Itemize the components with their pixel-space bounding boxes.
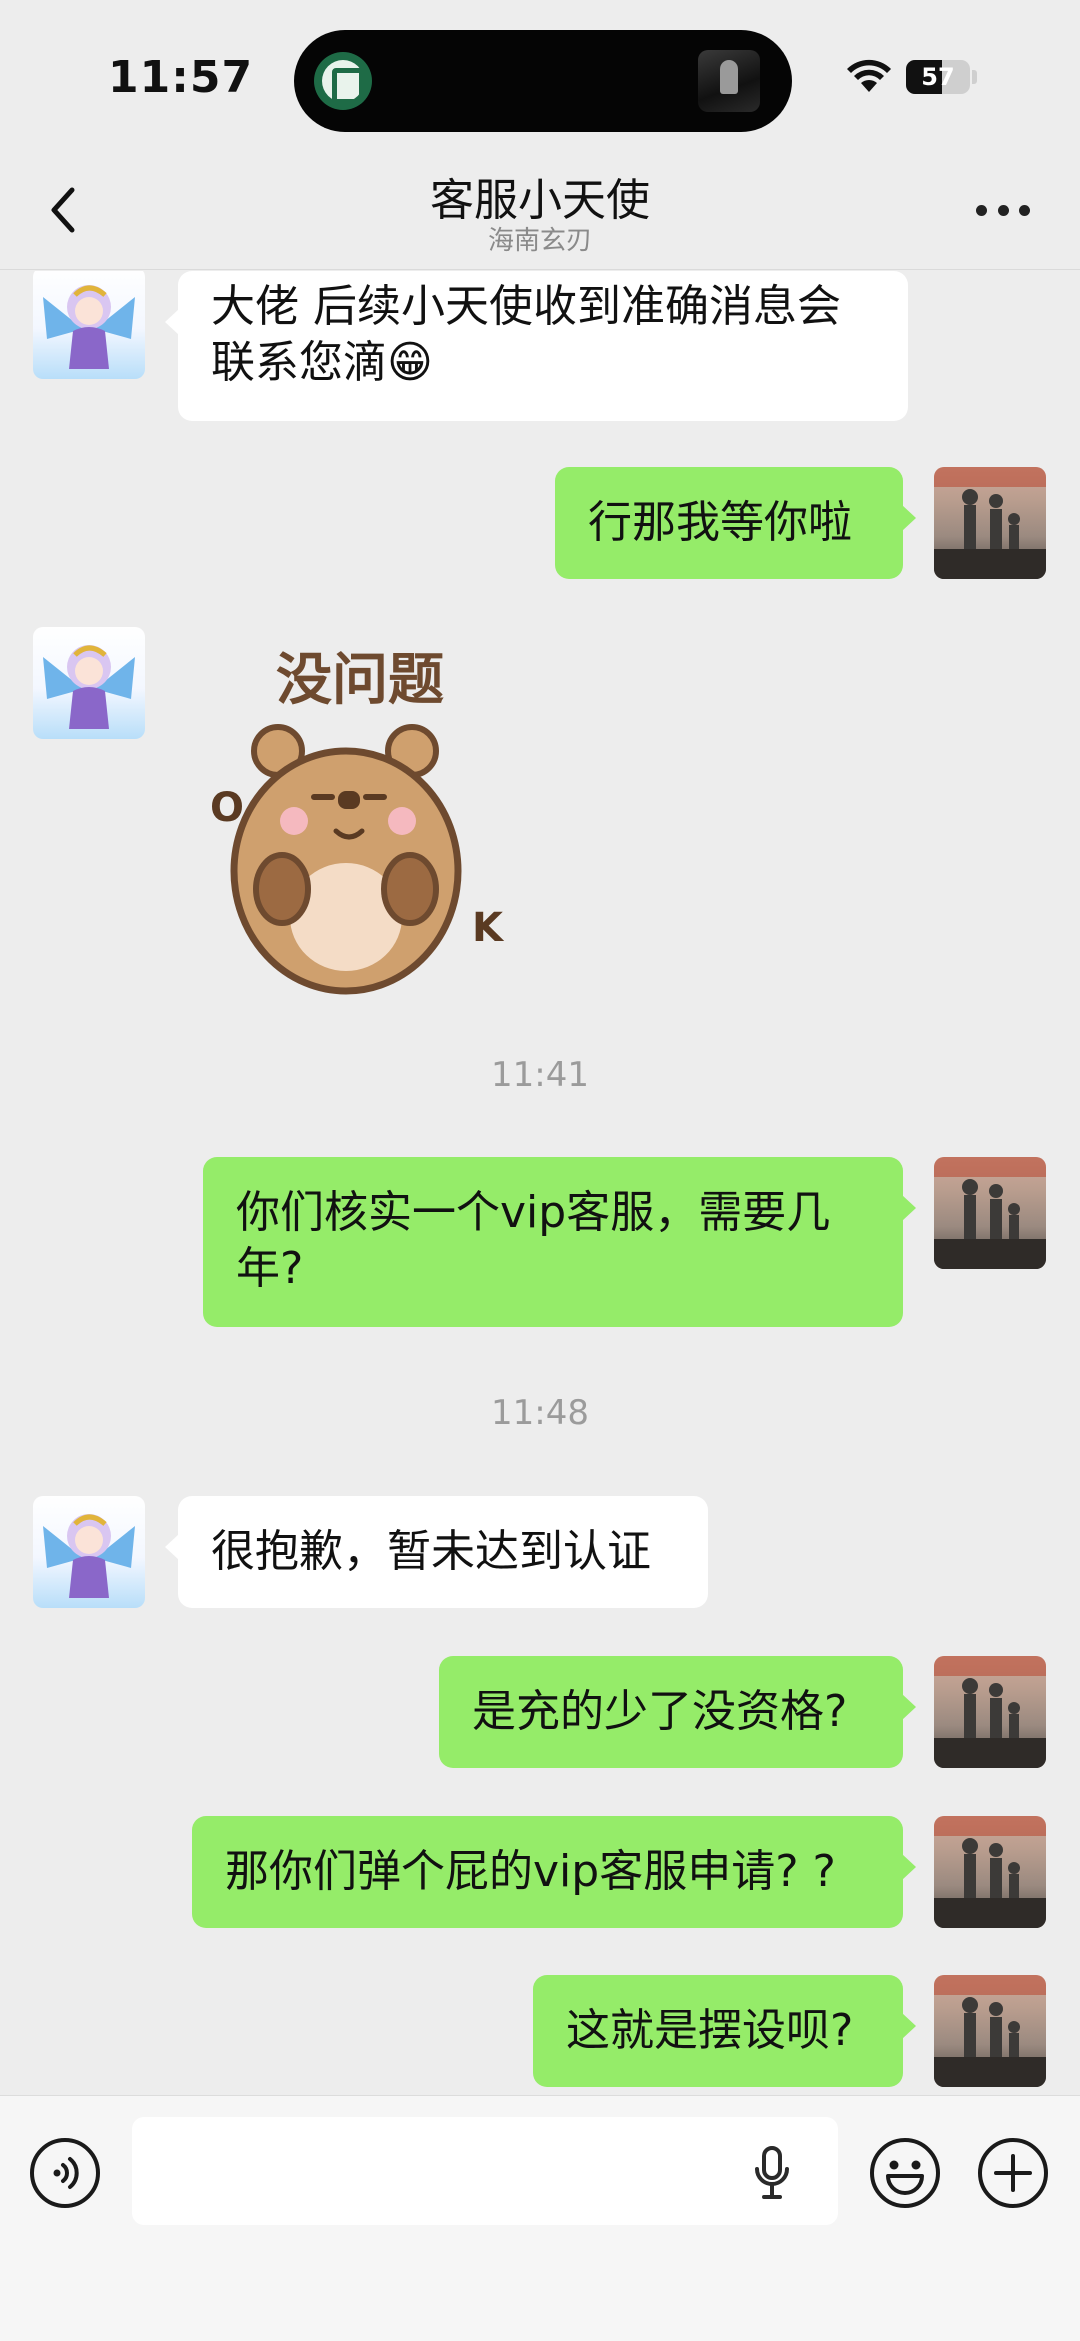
message-text: 这就是摆设呗? bbox=[566, 2005, 854, 2056]
dynamic-island-app-icon[interactable] bbox=[314, 52, 372, 110]
battery-cap bbox=[972, 70, 977, 84]
shadow-photo-avatar-icon bbox=[934, 1975, 1046, 2087]
timestamp: 11:41 bbox=[491, 1055, 589, 1095]
now-playing-artwork-icon[interactable] bbox=[698, 50, 760, 112]
bear-ok-sticker[interactable]: 没问题 O K bbox=[196, 621, 516, 1001]
message-input[interactable] bbox=[132, 2117, 838, 2225]
contact-avatar[interactable] bbox=[33, 1496, 145, 1608]
contact-avatar[interactable] bbox=[33, 627, 145, 739]
message-text: 是充的少了没资格? bbox=[472, 1686, 848, 1737]
my-avatar[interactable] bbox=[934, 1157, 1046, 1269]
message-text: 那你们弹个屁的vip客服申请? ? bbox=[225, 1846, 836, 1897]
plus-icon[interactable] bbox=[976, 2136, 1050, 2210]
status-time: 11:57 bbox=[108, 52, 254, 103]
input-bar bbox=[0, 2095, 1080, 2341]
message-bubble-outgoing[interactable]: 是充的少了没资格? bbox=[439, 1656, 916, 1768]
shadow-photo-avatar-icon bbox=[934, 467, 1046, 579]
chat-header: 客服小天使 海南玄刃 bbox=[0, 150, 1080, 270]
more-dots-icon[interactable] bbox=[976, 202, 1030, 218]
fairy-avatar-icon bbox=[43, 1514, 135, 1598]
my-avatar[interactable] bbox=[934, 467, 1046, 579]
message-bubble-outgoing[interactable]: 那你们弹个屁的vip客服申请? ? bbox=[192, 1816, 916, 1928]
message-text: 大佬 后续小天使收到准确消息会联系您滴😁 bbox=[211, 281, 841, 388]
battery-level-text: 57 bbox=[921, 63, 955, 91]
fairy-avatar-icon bbox=[43, 285, 135, 369]
message-bubble-outgoing[interactable]: 行那我等你啦 bbox=[555, 467, 916, 579]
timestamp: 11:48 bbox=[491, 1393, 589, 1433]
my-avatar[interactable] bbox=[934, 1975, 1046, 2087]
message-text: 很抱歉，暂未达到认证 bbox=[211, 1526, 651, 1577]
message-bubble-outgoing[interactable]: 你们核实一个vip客服，需要几年? bbox=[203, 1157, 916, 1327]
shadow-photo-avatar-icon bbox=[934, 1157, 1046, 1269]
my-avatar[interactable] bbox=[934, 1656, 1046, 1768]
emoji-icon[interactable] bbox=[868, 2136, 942, 2210]
dynamic-island[interactable] bbox=[294, 30, 792, 132]
chat-subtitle: 海南玄刃 bbox=[487, 226, 592, 256]
contact-avatar[interactable] bbox=[33, 271, 145, 379]
message-bubble-incoming[interactable]: 大佬 后续小天使收到准确消息会联系您滴😁 bbox=[165, 271, 908, 421]
message-bubble-outgoing[interactable]: 这就是摆设呗? bbox=[533, 1975, 916, 2087]
message-text: 行那我等你啦 bbox=[588, 497, 852, 548]
chat-title: 客服小天使 bbox=[430, 175, 650, 226]
my-avatar[interactable] bbox=[934, 1816, 1046, 1928]
wifi-icon bbox=[847, 59, 891, 92]
message-list[interactable]: 大佬 后续小天使收到准确消息会联系您滴😁 行那我等你啦 没问题 O K 11:4… bbox=[0, 271, 1080, 2095]
voice-input-icon[interactable] bbox=[28, 2136, 102, 2210]
sticker-letter-k: K bbox=[472, 905, 505, 951]
sticker-caption: 没问题 bbox=[276, 648, 444, 713]
fairy-avatar-icon bbox=[43, 645, 135, 729]
sticker-letter-o: O bbox=[210, 785, 244, 831]
message-bubble-incoming[interactable]: 很抱歉，暂未达到认证 bbox=[165, 1496, 708, 1608]
microphone-icon[interactable] bbox=[752, 2145, 792, 2201]
shadow-photo-avatar-icon bbox=[934, 1656, 1046, 1768]
battery-icon: 57 bbox=[906, 60, 970, 94]
message-text: 你们核实一个vip客服，需要几年? bbox=[236, 1187, 831, 1294]
shadow-photo-avatar-icon bbox=[934, 1816, 1046, 1928]
status-bar: 11:57 57 bbox=[0, 0, 1080, 160]
